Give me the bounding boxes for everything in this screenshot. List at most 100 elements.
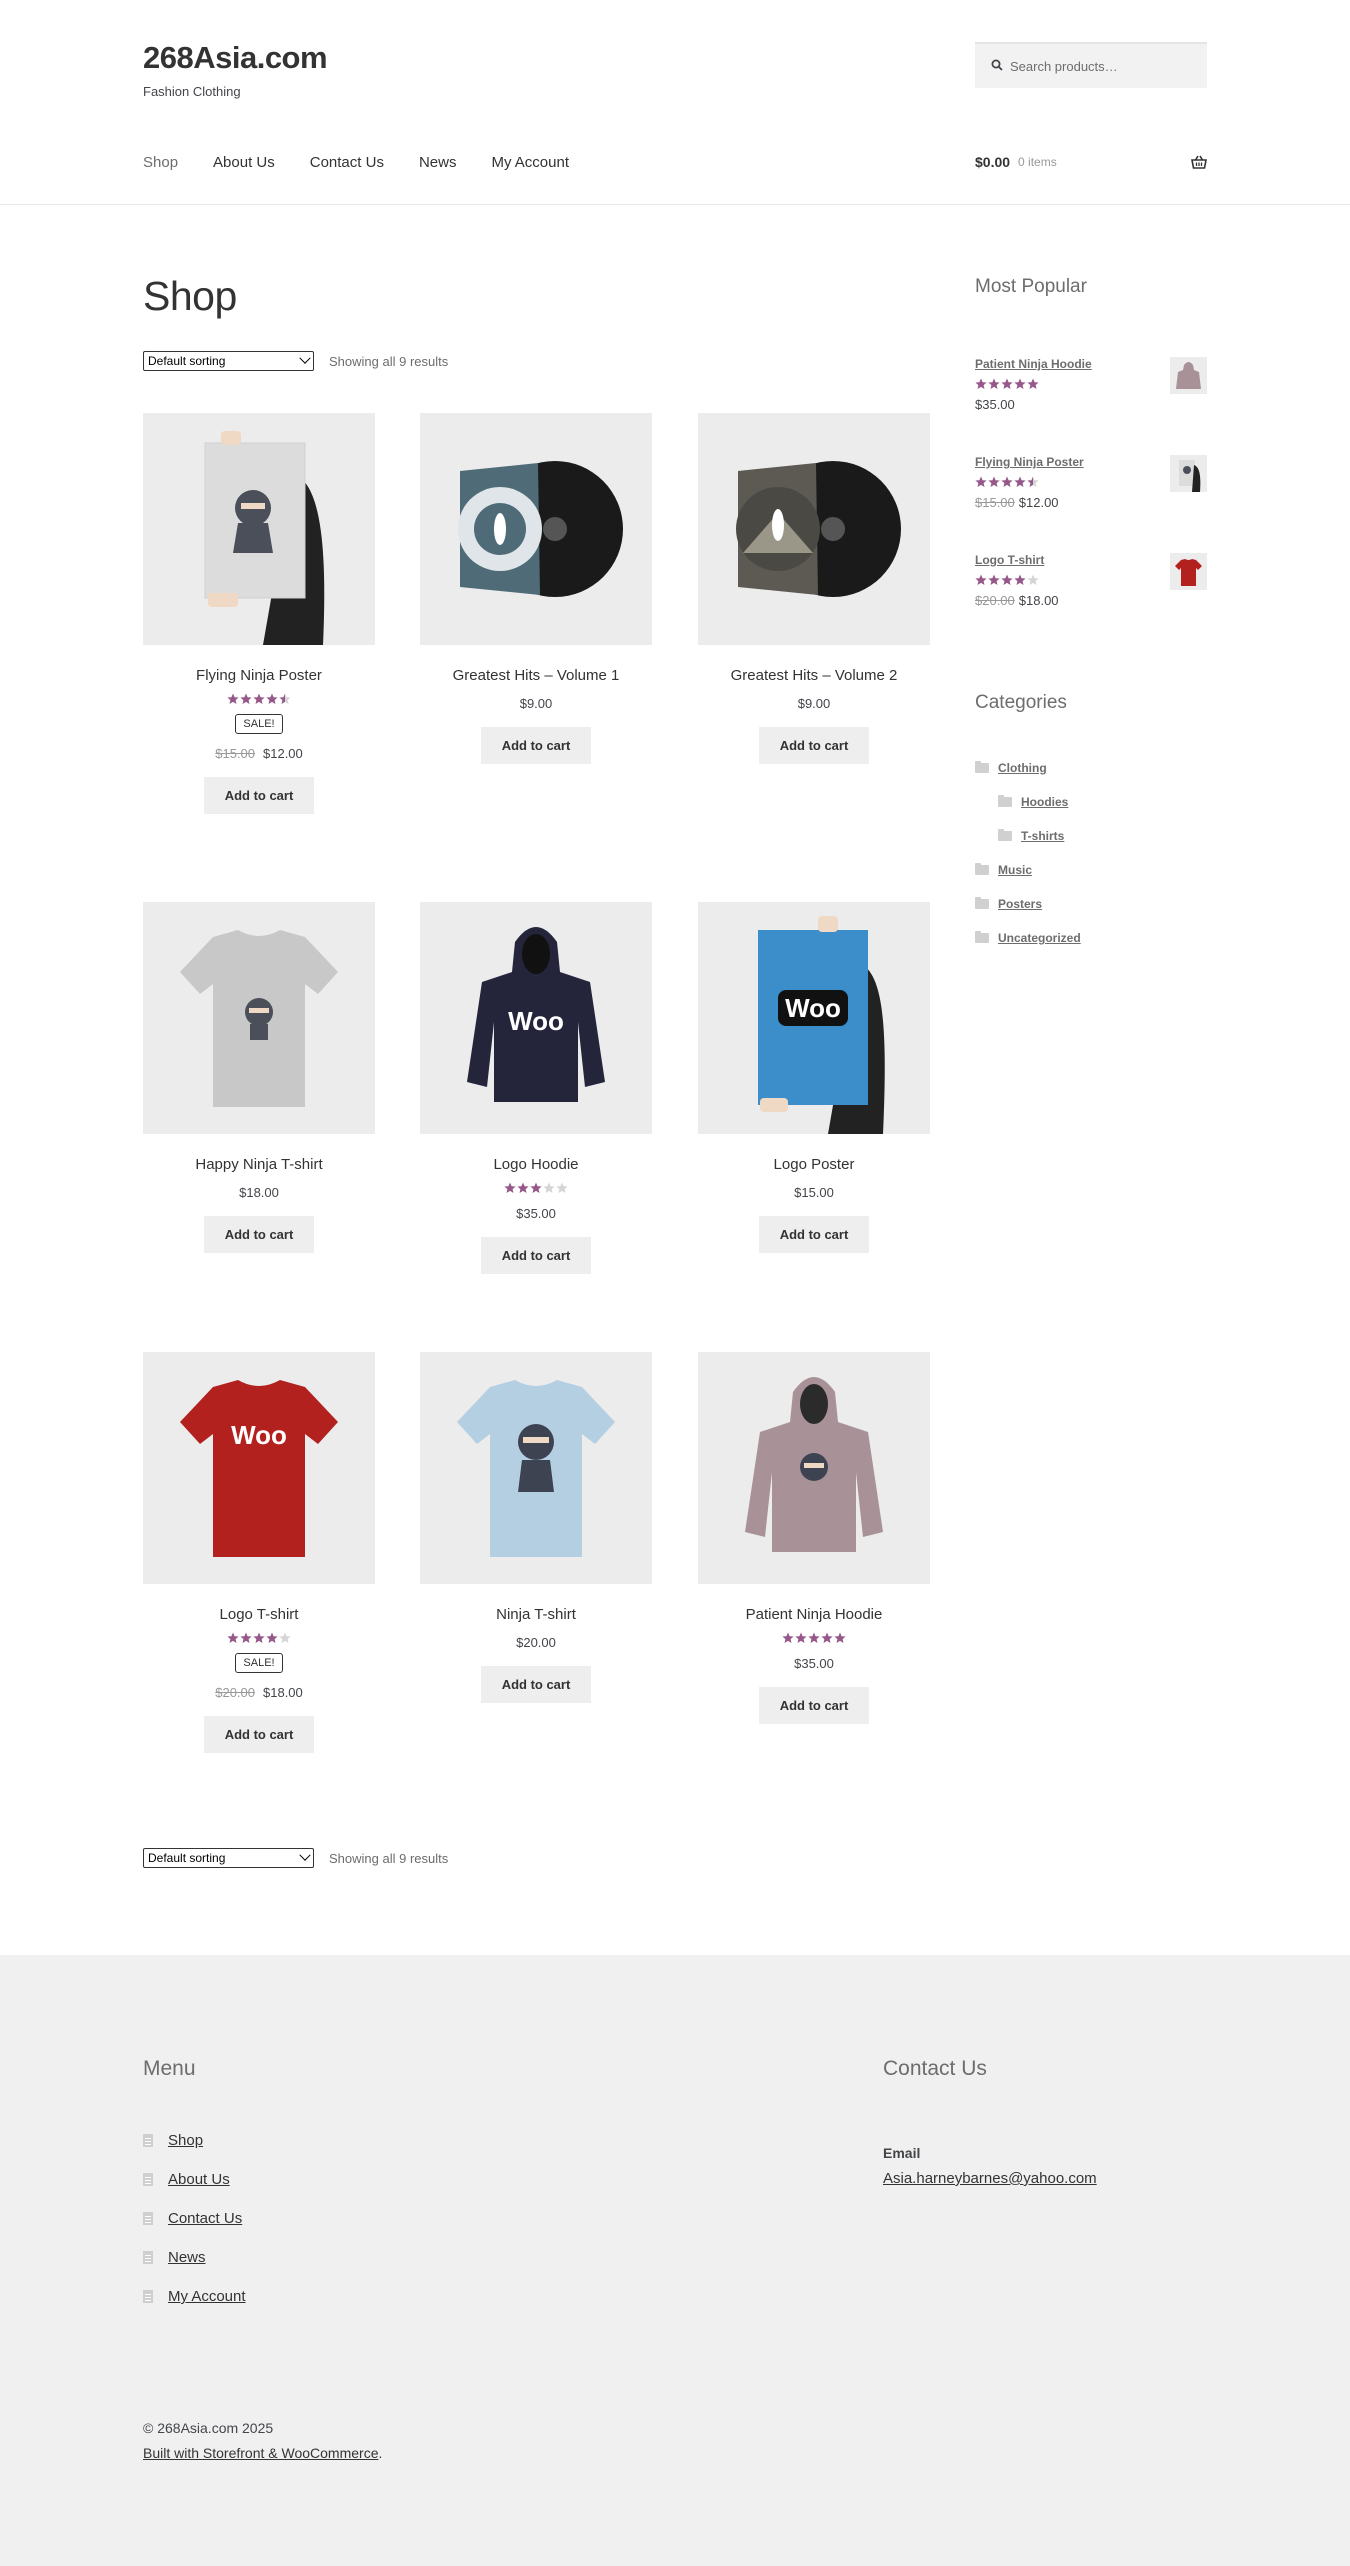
folder-icon [975,761,989,773]
star-icon [975,574,987,585]
product-title[interactable]: Happy Ninja T-shirt [143,1156,375,1173]
navy-hoodie-image: Woo [420,902,652,1134]
page-icon [143,2173,153,2186]
sorting-value: Default sorting [148,1851,226,1865]
folder-icon [975,863,989,875]
add-to-cart-button[interactable]: Add to cart [480,1666,592,1703]
search-icon [991,59,1003,74]
sale-price: $18.00 [263,1685,303,1700]
result-count: Showing all 9 results [329,1850,449,1866]
category-label[interactable]: Uncategorized [998,931,1081,945]
add-to-cart-button[interactable]: Add to cart [480,727,592,764]
product-rating [698,1632,930,1644]
star-icon [1001,476,1013,487]
product-title[interactable]: Flying Ninja Poster [143,667,375,684]
footer-menu-item-news[interactable]: News [143,2249,206,2266]
product-image[interactable] [143,902,375,1134]
product-title[interactable]: Greatest Hits – Volume 1 [420,667,652,684]
regular-price: $20.00 [975,593,1015,608]
category-label[interactable]: Music [998,863,1032,877]
popular-item-price: $20.00 $18.00 [975,593,1207,608]
red-tshirt-image: Woo [143,1352,375,1584]
chevron-down-icon [299,352,311,364]
site-footer: Menu Shop About Us Contact Us News My Ac… [0,1955,1350,2566]
star-icon [795,1632,807,1643]
star-icon [782,1632,794,1643]
footer-menu-label[interactable]: News [168,2249,206,2266]
product-image[interactable] [698,1352,930,1584]
footer-menu-item-contact-us[interactable]: Contact Us [143,2210,242,2227]
site-header: 268Asia.com Fashion Clothing Search prod… [0,0,1350,205]
cart-count: 0 items [1018,155,1057,169]
product-image[interactable] [420,1352,652,1584]
star-icon [1014,476,1026,487]
category-item[interactable]: Posters [975,897,1042,911]
regular-price: $15.00 [975,495,1015,510]
product-title[interactable]: Ninja T-shirt [420,1606,652,1623]
nav-item-contact-us[interactable]: Contact Us [310,154,384,171]
category-item[interactable]: Hoodies [998,795,1068,809]
folder-icon [975,931,989,943]
star-icon [834,1632,846,1643]
category-label[interactable]: Clothing [998,761,1047,775]
footer-menu-item-my-account[interactable]: My Account [143,2288,246,2305]
product-title[interactable]: Logo Hoodie [420,1156,652,1173]
add-to-cart-button[interactable]: Add to cart [203,777,315,814]
product-title[interactable]: Greatest Hits – Volume 2 [698,667,930,684]
footer-menu-item-about-us[interactable]: About Us [143,2171,230,2188]
product-image[interactable]: Woo [698,902,930,1134]
popular-item-thumbnail[interactable] [1170,553,1207,590]
product-price: $20.00 $18.00 [143,1685,375,1700]
product-title[interactable]: Patient Ninja Hoodie [698,1606,930,1623]
product-image[interactable]: Woo [143,1352,375,1584]
folder-icon [998,795,1012,807]
search-input[interactable]: Search products… [975,42,1207,88]
popular-item: Flying Ninja Poster $15.00 $12.00 [975,455,1207,510]
star-icon [279,693,291,704]
product-title[interactable]: Logo T-shirt [143,1606,375,1623]
footer-menu-label[interactable]: My Account [168,2288,246,2305]
product-image[interactable] [698,413,930,645]
nav-item-my-account[interactable]: My Account [491,154,569,171]
footer-menu-label[interactable]: Shop [168,2132,203,2149]
add-to-cart-button[interactable]: Add to cart [758,1687,870,1724]
product-image[interactable]: Woo [420,902,652,1134]
email-link[interactable]: Asia.harneybarnes@yahoo.com [883,2170,1097,2187]
sorting-select[interactable]: Default sorting [143,351,314,371]
add-to-cart-button[interactable]: Add to cart [203,1216,315,1253]
popular-item-thumbnail[interactable] [1170,455,1207,492]
category-item[interactable]: Clothing [975,761,1047,775]
star-icon [517,1182,529,1193]
site-title[interactable]: 268Asia.com [143,40,328,76]
add-to-cart-button[interactable]: Add to cart [480,1237,592,1274]
category-label[interactable]: Hoodies [1021,795,1068,809]
footer-menu-item-shop[interactable]: Shop [143,2132,203,2149]
footer-menu-label[interactable]: Contact Us [168,2210,242,2227]
category-item[interactable]: Music [975,863,1032,877]
nav-item-news[interactable]: News [419,154,457,171]
nav-item-about-us[interactable]: About Us [213,154,275,171]
popular-item-thumbnail[interactable] [1170,357,1207,394]
category-item[interactable]: Uncategorized [975,931,1081,945]
footer-menu-label[interactable]: About Us [168,2171,230,2188]
category-label[interactable]: T-shirts [1021,829,1064,843]
credit-link[interactable]: Built with Storefront & WooCommerce [143,2445,379,2461]
categories-title: Categories [975,692,1067,713]
add-to-cart-button[interactable]: Add to cart [758,727,870,764]
sorting-select[interactable]: Default sorting [143,1848,314,1868]
star-icon [253,1632,265,1643]
footer-contact-title: Contact Us [883,2057,987,2080]
nav-item-shop[interactable]: Shop [143,154,178,171]
star-icon [988,574,1000,585]
add-to-cart-button[interactable]: Add to cart [758,1216,870,1253]
product-image[interactable] [143,413,375,645]
star-icon [227,693,239,704]
add-to-cart-button[interactable]: Add to cart [203,1716,315,1753]
category-item[interactable]: T-shirts [998,829,1064,843]
star-icon [504,1182,516,1193]
header-cart[interactable]: $0.00 0 items [975,154,1207,170]
product-title[interactable]: Logo Poster [698,1156,930,1173]
footer-credit: Built with Storefront & WooCommerce. [143,2445,382,2461]
product-image[interactable] [420,413,652,645]
category-label[interactable]: Posters [998,897,1042,911]
